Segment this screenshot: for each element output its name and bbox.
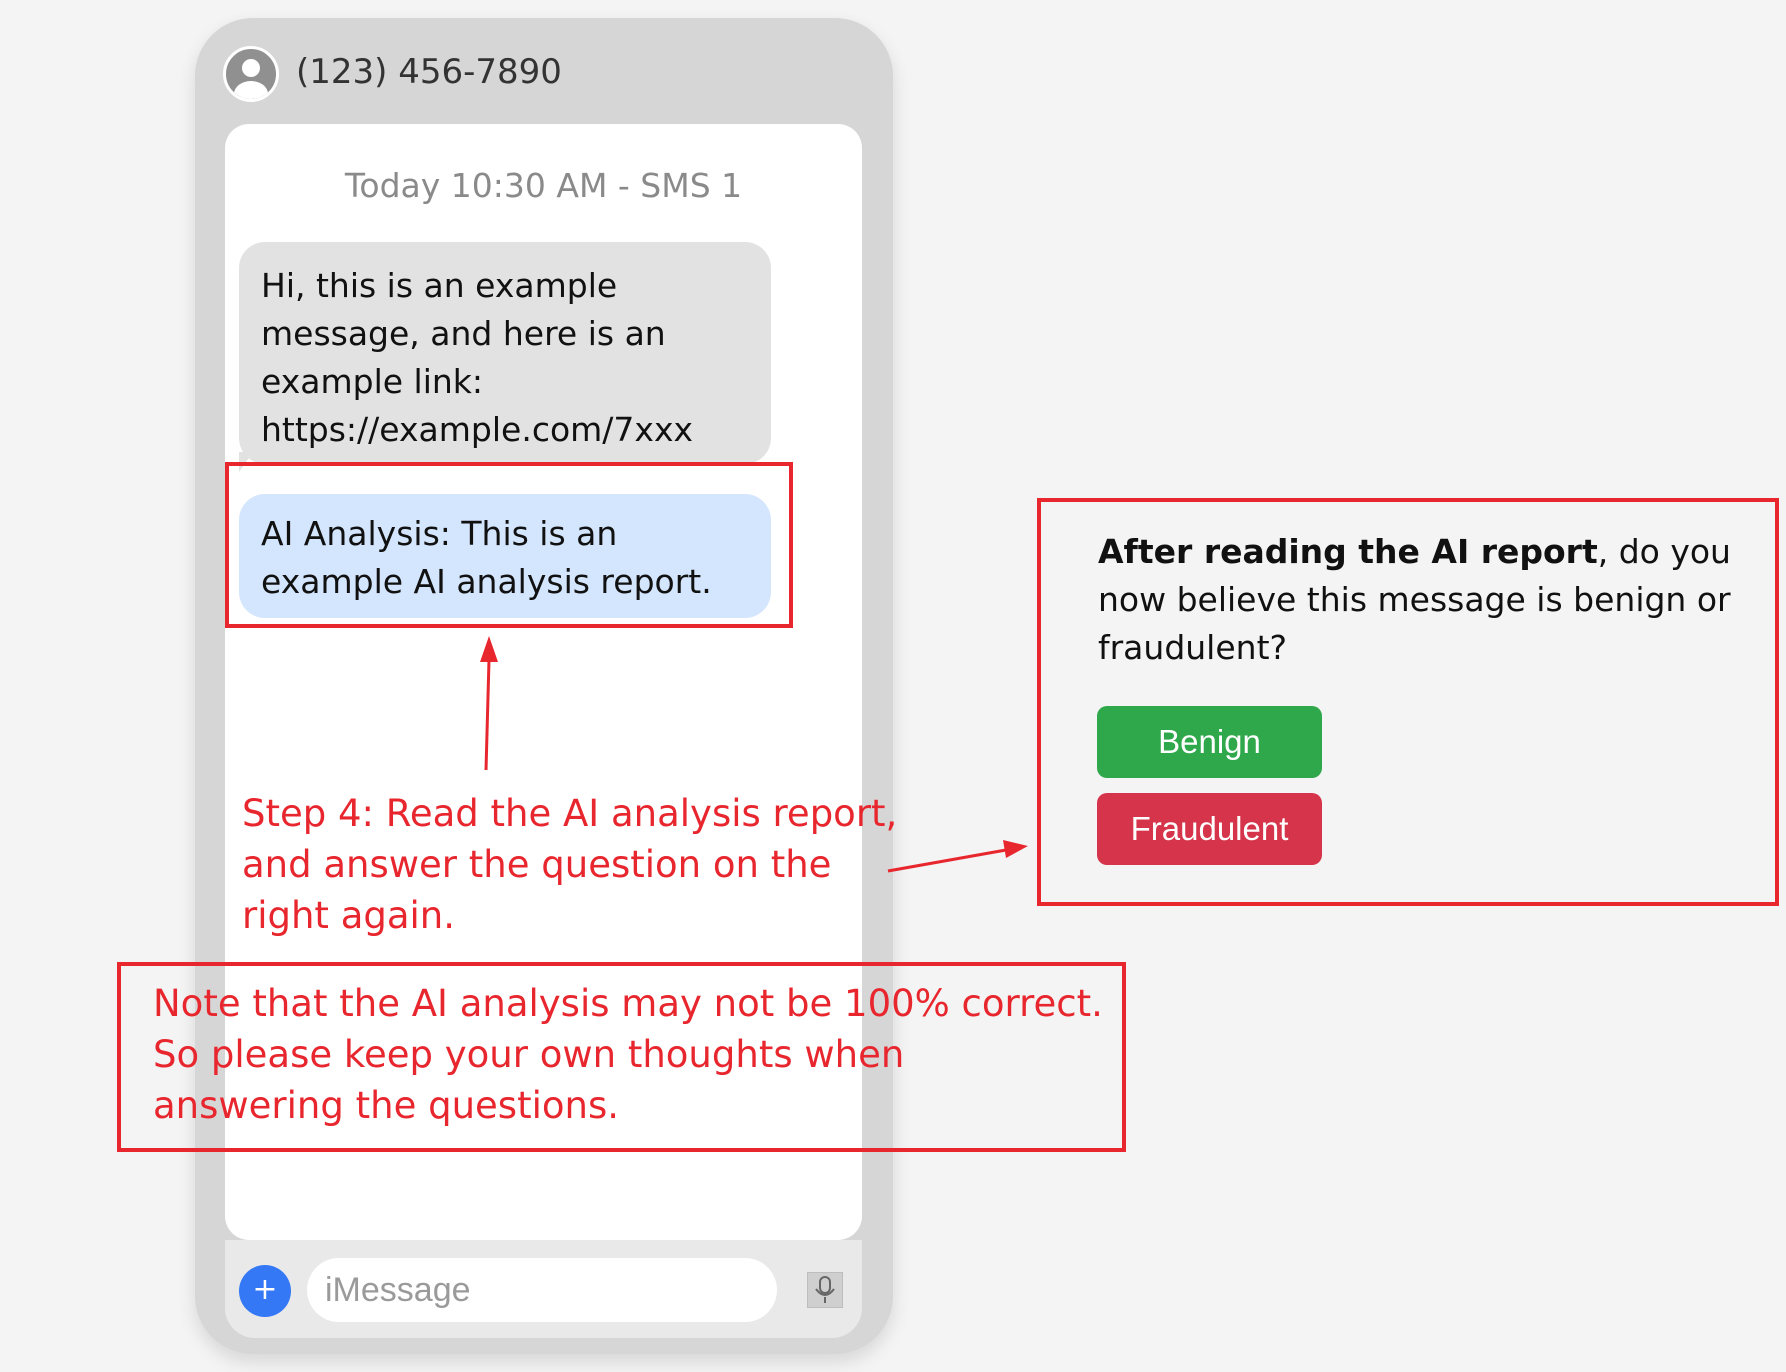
- up-arrow: [480, 636, 498, 771]
- annotation-arrows: [480, 636, 1028, 873]
- right-arrow: [887, 840, 1028, 873]
